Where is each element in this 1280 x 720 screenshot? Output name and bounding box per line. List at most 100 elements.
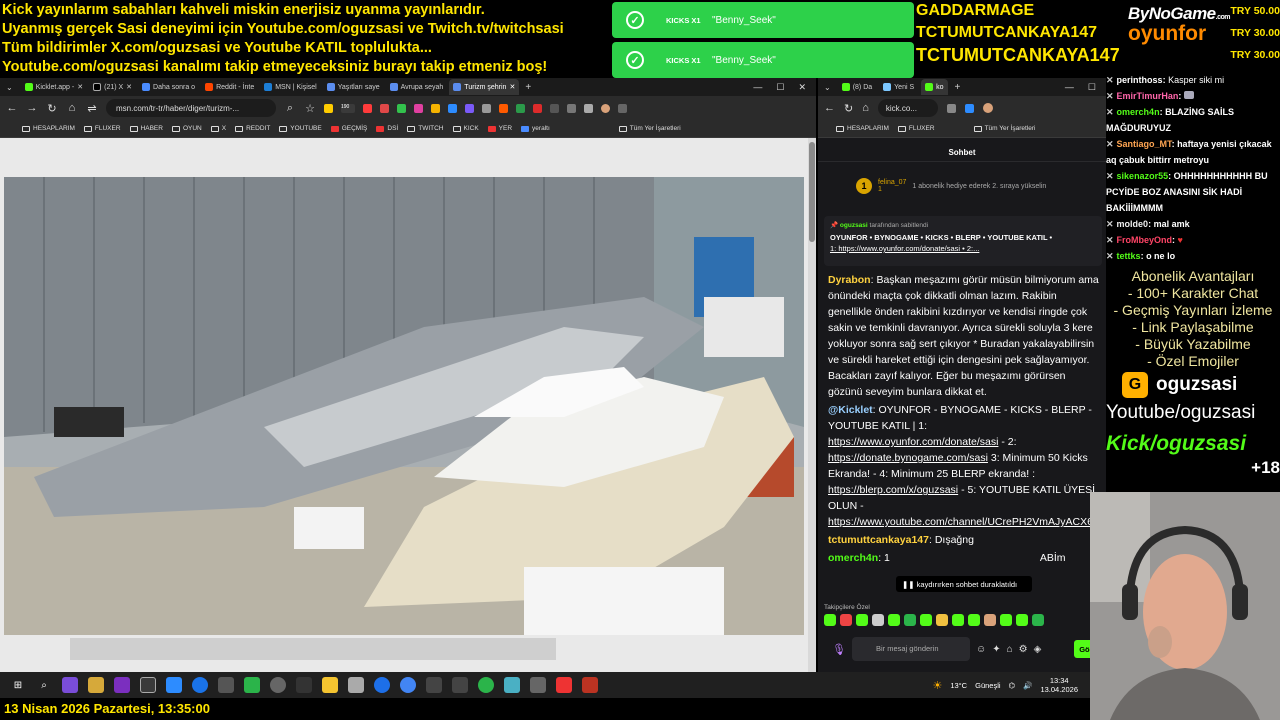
app-icon[interactable] (166, 677, 182, 693)
browser-tab-active[interactable]: Turizm şehrin ✕ (449, 79, 520, 95)
chat-input[interactable]: Bir mesaj gönderin (851, 637, 970, 661)
browser-tab[interactable]: MSN | Kişisel (260, 79, 321, 95)
extension-icon[interactable] (414, 103, 423, 113)
all-bookmarks[interactable]: Tüm Yer İşaretleri (618, 125, 681, 132)
app-icon[interactable] (296, 677, 312, 693)
vivaldi-icon[interactable] (556, 677, 572, 693)
app-icon[interactable] (348, 677, 364, 693)
emote-icon[interactable] (840, 614, 852, 626)
chat-username[interactable]: tctumuttcankaya147 (828, 534, 929, 546)
menu-icon[interactable] (618, 103, 627, 113)
extension-icon[interactable] (380, 103, 389, 113)
app-icon[interactable] (426, 677, 442, 693)
browser-tab[interactable]: Yaşıtları saye (323, 79, 384, 95)
reload-icon[interactable]: ↻ (844, 102, 853, 115)
tab-menu-icon[interactable]: ⌄ (6, 83, 13, 92)
emoji-icon[interactable]: ☺ (976, 644, 986, 655)
emote-icon[interactable] (904, 614, 916, 626)
app-icon[interactable] (374, 677, 390, 693)
extension-icon[interactable] (363, 103, 372, 113)
horizontal-scrollbar[interactable] (70, 638, 556, 660)
app-icon[interactable] (504, 677, 520, 693)
profile-avatar[interactable] (982, 103, 993, 113)
app-icon[interactable] (452, 677, 468, 693)
search-icon[interactable]: ⌕ (36, 677, 52, 693)
emote-icon[interactable] (984, 614, 996, 626)
emote-icon[interactable] (920, 614, 932, 626)
emote-icon[interactable] (888, 614, 900, 626)
url-field[interactable]: kick.co... (877, 99, 938, 117)
bookmark-folder[interactable]: HESAPLARIM (22, 125, 75, 132)
extension-icon[interactable] (397, 103, 406, 113)
app-icon[interactable] (530, 677, 546, 693)
emote-icon[interactable] (1032, 614, 1044, 626)
app-icon[interactable] (322, 677, 338, 693)
bookmark-folder[interactable]: FLUXER (897, 125, 935, 132)
bookmark-item[interactable]: yeraltı (521, 125, 550, 132)
chat-link[interactable]: https://blerp.com/x/oguzsasi (828, 484, 958, 496)
weather-label[interactable]: Güneşli (975, 681, 1000, 690)
counter-badge[interactable]: 190 (341, 103, 355, 113)
onenote-icon[interactable] (114, 677, 130, 693)
app-icon[interactable] (140, 677, 156, 693)
extension-icon[interactable] (533, 103, 542, 113)
chat-username[interactable]: @Kicklet (828, 404, 873, 416)
browser-tab[interactable]: Reddit - İnte (201, 79, 258, 95)
maximize-icon[interactable]: ☐ (776, 82, 784, 93)
bookmark-folder[interactable]: OYUN (171, 125, 202, 132)
close-icon[interactable]: ✕ (798, 82, 806, 93)
bookmark-folder[interactable]: GEÇMİŞ (330, 125, 367, 132)
emote-icon[interactable] (1016, 614, 1028, 626)
network-icon[interactable]: ⌬ (1009, 681, 1016, 690)
back-icon[interactable]: ← (824, 102, 835, 114)
chat-paused-notice[interactable]: ❚❚ kaydırırken sohbet duraklatıldı (896, 576, 1032, 592)
extension-icon[interactable] (946, 103, 956, 113)
app-icon[interactable] (244, 677, 260, 693)
minimize-icon[interactable]: — (753, 82, 762, 93)
pinned-link[interactable]: 1: https://www.oyunfor.com/donate/sasi •… (830, 244, 1096, 253)
home-icon[interactable]: ⌂ (862, 102, 869, 114)
emote-icon[interactable] (952, 614, 964, 626)
extension-icon[interactable] (550, 103, 559, 113)
emote-icon[interactable] (872, 614, 884, 626)
emote-icon[interactable] (856, 614, 868, 626)
bookmark-folder[interactable]: X (210, 125, 226, 132)
home-icon[interactable]: ⌂ (66, 102, 78, 114)
bookmark-folder[interactable]: FLUXER (83, 125, 121, 132)
app-icon[interactable] (62, 677, 78, 693)
reload-icon[interactable]: ↻ (46, 102, 58, 115)
emote-icon[interactable] (936, 614, 948, 626)
extension-icon[interactable] (516, 103, 525, 113)
browser-tab[interactable]: (21) X ✕ (89, 79, 136, 95)
app-icon[interactable] (270, 677, 286, 693)
browser-tab[interactable]: Daha sonra o (138, 79, 199, 95)
bookmark-folder[interactable]: YER (487, 125, 512, 132)
chat-username[interactable]: Dyrabon (828, 274, 871, 286)
bookmark-folder[interactable]: KICK (452, 125, 479, 132)
url-field[interactable]: msn.com/tr-tr/haber/diger/turizm-... (106, 99, 276, 117)
pinned-message[interactable]: 📌 oguzsasi tarafından sabitlendi OYUNFOR… (824, 216, 1102, 266)
extension-icon[interactable] (448, 103, 457, 113)
chrome-icon[interactable] (400, 677, 416, 693)
browser-tab[interactable]: Yeni S (879, 79, 918, 95)
emote-icon[interactable] (968, 614, 980, 626)
store-icon[interactable]: ⌂ (1007, 644, 1013, 655)
weather-temp[interactable]: 13°C (950, 681, 967, 690)
bookmark-folder[interactable]: TWITCH (407, 125, 444, 132)
profile-avatar[interactable] (601, 103, 610, 113)
chat-link[interactable]: https://www.oyunfor.com/donate/sasi (828, 436, 998, 448)
browser-tab[interactable]: (8) Da (838, 79, 876, 95)
tab-menu-icon[interactable]: ⌄ (824, 83, 831, 92)
all-bookmarks[interactable]: Tüm Yer İşaretleri (973, 125, 1036, 132)
site-info-icon[interactable]: ⇌ (86, 102, 98, 115)
bookmark-folder[interactable]: REDDIT (235, 125, 270, 132)
extension-icon[interactable] (584, 103, 593, 113)
zoom-icon[interactable]: ⌕ (284, 102, 296, 115)
back-icon[interactable]: ← (6, 102, 18, 114)
browser-tab[interactable]: Kicklet.app - ✕ (21, 79, 87, 95)
app-icon[interactable] (582, 677, 598, 693)
browser-tab-active[interactable]: ko (921, 79, 948, 95)
gift-icon[interactable]: ◈ (1034, 644, 1042, 655)
forward-icon[interactable]: → (26, 102, 38, 114)
scrollbar-thumb[interactable] (809, 142, 815, 242)
